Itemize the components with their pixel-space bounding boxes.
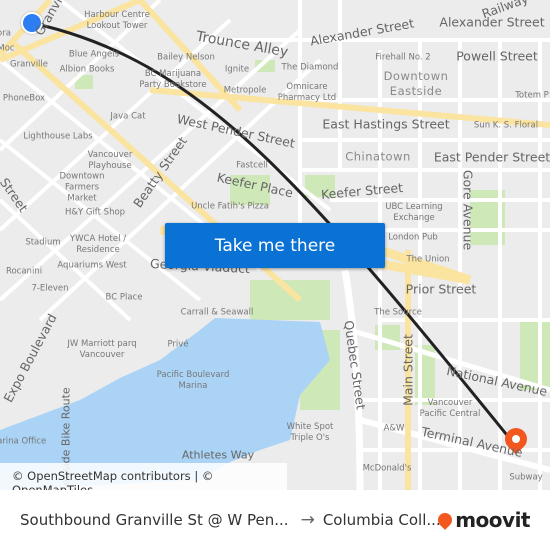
poi-label: Marina Office [0,436,47,447]
poi-label: Carrall & Seawall [180,307,254,318]
poi-label: ora [0,28,11,39]
poi-label: Firehall No. 2 [375,52,431,63]
poi-label: BC Place [105,292,143,303]
poi-label: H&Y Gift Shop [64,207,126,218]
poi-label: JW Marriott parq Vancouver [67,339,137,360]
poi-label: Harbour Centre Lookout Tower [84,10,150,31]
poi-label: Granville [9,59,49,70]
poi-label: Metropole [223,85,267,96]
street-label: Main Street [400,334,416,406]
street-label: Gore Avenue [460,169,476,251]
poi-label: Ignite [224,64,250,75]
poi-label: Subway [509,472,543,483]
poi-label: Athletes Way [181,448,255,462]
moovit-logo: moovit [435,508,530,532]
poi-label: Omnicare Pharmacy Ltd [277,82,337,103]
poi-label: Privé [167,339,189,350]
poi-label: The Union [406,254,450,265]
destination-name: Columbia Coll... [322,511,441,529]
brand-name: moovit [455,508,530,532]
poi-label: A&W [383,423,405,434]
map-attribution[interactable]: © OpenStreetMap contributors | © OpenMap… [0,463,287,490]
district-label: Chinatown [345,149,411,164]
poi-label: The Diamond [281,62,339,73]
poi-label: McDonald's [362,463,412,474]
moovit-pin-icon [435,510,456,530]
street-label: East Hastings Street [322,116,450,132]
street-label: Powell Street [456,48,538,64]
poi-label: Downtown Farmers Market [59,171,105,204]
poi-label: Lighthouse Labs [23,131,93,142]
poi-label: Pacific Boulevard Marina [156,370,230,391]
take-me-there-button[interactable]: Take me there [165,223,385,268]
poi-label: Rocanini [5,266,43,277]
street-label: Prior Street [405,281,477,297]
poi-label: YWCA Hotel / Residence [69,234,127,255]
arrow-right-icon: → [300,510,315,530]
origin-stop-name: Southbound Granville St @ W Pen... [20,511,289,529]
poi-label: PhoneBox [2,93,46,104]
poi-label: Vancouver Pacific Central [419,398,481,419]
poi-label: 7-Eleven [31,283,69,294]
map[interactable]: Granville Trounce Alley Alexander Street… [0,0,550,490]
poi-label: Java Cat [110,111,146,122]
poi-label: UBC Learning Exchange [385,202,443,223]
poi-label: Blue Angels [68,49,120,60]
poi-label: Stadium [25,237,61,248]
poi-label: BC Marijuana Party Bookstore [139,69,207,90]
district-label: Downtown Eastside [383,69,449,98]
poi-label: London Pub [388,232,438,243]
poi-label: Vancouver Playhouse [87,150,133,171]
poi-label: Bailey Nelson [157,52,215,63]
poi-label: Albion Books [59,64,115,75]
poi-label: Fastcell [236,160,268,171]
poi-label: Aquariums West [57,260,127,271]
poi-label: Uncle Fatih's Pizza [191,201,269,212]
poi-label: Moc [0,43,15,54]
poi-label: The Source [374,307,422,318]
poi-label: White Spot Triple O's [286,422,334,443]
poi-label: Totem P [515,90,549,101]
street-label: East Pender Street [433,149,550,165]
poi-label: Sun K. S. Floral [473,120,539,131]
